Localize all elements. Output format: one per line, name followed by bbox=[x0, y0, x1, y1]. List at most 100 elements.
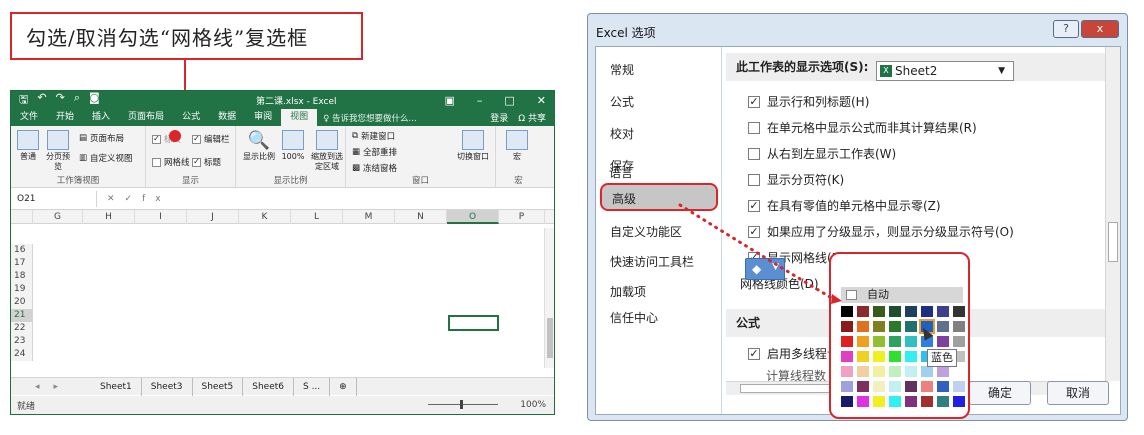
macros-button[interactable]: 宏 bbox=[504, 130, 530, 162]
color-swatch[interactable] bbox=[905, 396, 917, 407]
zoom-to-selection-button[interactable]: 缩放到选定区域 bbox=[310, 130, 344, 172]
column-header[interactable]: K bbox=[239, 210, 291, 224]
nav-item-language-label[interactable]: 语言 bbox=[609, 164, 633, 181]
color-swatch[interactable] bbox=[921, 381, 933, 392]
column-header[interactable]: P bbox=[499, 210, 545, 224]
color-swatch[interactable] bbox=[873, 381, 885, 392]
tab-file[interactable]: 文件 bbox=[11, 109, 47, 126]
color-swatch[interactable] bbox=[873, 366, 885, 377]
arrange-all-button[interactable]: ▦ 全部重排 bbox=[352, 146, 397, 158]
page-break-preview-button[interactable]: 分页预览 bbox=[45, 130, 71, 172]
color-swatch[interactable] bbox=[937, 396, 949, 407]
color-swatch[interactable] bbox=[921, 366, 933, 377]
help-button[interactable]: ? bbox=[1053, 20, 1079, 38]
color-swatch[interactable] bbox=[937, 306, 949, 317]
ribbon-display-icon[interactable]: ▣ bbox=[444, 94, 454, 107]
tab-page-layout[interactable]: 页面布局 bbox=[119, 109, 173, 126]
color-swatch[interactable] bbox=[857, 381, 869, 392]
color-swatch[interactable] bbox=[905, 306, 917, 317]
custom-view-button[interactable]: ▥ 自定义视图 bbox=[79, 152, 133, 164]
tab-formulas[interactable]: 公式 bbox=[173, 109, 209, 126]
color-swatch[interactable] bbox=[921, 306, 933, 317]
color-swatch[interactable] bbox=[953, 366, 965, 377]
row-header[interactable]: 22 bbox=[11, 322, 33, 335]
nav-item-proofing[interactable]: 校对 bbox=[610, 125, 634, 142]
switch-window-button[interactable]: 切换窗口 bbox=[454, 130, 492, 162]
tab-data[interactable]: 数据 bbox=[209, 109, 245, 126]
option-page-breaks[interactable]: 显示分页符(K) bbox=[748, 171, 844, 188]
vertical-scrollbar[interactable] bbox=[544, 228, 554, 368]
color-swatch[interactable] bbox=[905, 336, 917, 347]
color-swatch[interactable] bbox=[873, 396, 885, 407]
color-swatch[interactable] bbox=[841, 321, 853, 332]
sheet-tab[interactable]: Sheet1 bbox=[91, 377, 142, 396]
nav-item-formulas[interactable]: 公式 bbox=[610, 93, 634, 110]
nav-item-general[interactable]: 常规 bbox=[610, 61, 634, 78]
color-swatch[interactable] bbox=[857, 321, 869, 332]
color-swatch[interactable] bbox=[937, 321, 949, 332]
tab-review[interactable]: 审阅 bbox=[245, 109, 281, 126]
nav-item-trust-center[interactable]: 信任中心 bbox=[610, 309, 658, 326]
color-swatch[interactable] bbox=[841, 306, 853, 317]
color-swatch[interactable] bbox=[841, 396, 853, 407]
new-window-button[interactable]: ⧉ 新建窗口 bbox=[352, 130, 395, 142]
sheet-tab[interactable]: Sheet3 bbox=[142, 377, 193, 396]
maximize-icon[interactable]: □ bbox=[504, 94, 514, 107]
row-header[interactable]: 16 bbox=[11, 244, 33, 257]
color-swatch[interactable] bbox=[889, 321, 901, 332]
color-swatch[interactable] bbox=[889, 366, 901, 377]
column-header[interactable]: L bbox=[291, 210, 343, 224]
color-swatch[interactable] bbox=[937, 336, 949, 347]
zoom-slider[interactable] bbox=[428, 400, 498, 409]
gridlines-checkbox[interactable]: 网格线 bbox=[152, 156, 190, 168]
nav-item-quick-access-toolbar[interactable]: 快速访问工具栏 bbox=[610, 253, 694, 270]
column-header[interactable]: H bbox=[83, 210, 135, 224]
color-swatch[interactable] bbox=[841, 366, 853, 377]
color-swatch[interactable] bbox=[857, 351, 869, 362]
color-swatch[interactable] bbox=[873, 351, 885, 362]
color-swatch[interactable] bbox=[889, 381, 901, 392]
zoom-100-button[interactable]: 100% bbox=[280, 130, 306, 162]
color-swatch[interactable] bbox=[841, 381, 853, 392]
color-swatch[interactable] bbox=[873, 306, 885, 317]
color-swatch[interactable] bbox=[889, 306, 901, 317]
save-icon[interactable]: 🖫 bbox=[19, 91, 28, 110]
zoom-level[interactable]: 100% bbox=[520, 400, 546, 410]
camera-icon[interactable]: ◙ bbox=[89, 91, 100, 110]
active-cell[interactable] bbox=[448, 315, 499, 331]
color-swatch[interactable] bbox=[921, 396, 933, 407]
color-swatch[interactable] bbox=[905, 351, 917, 362]
sheet-tab-more[interactable]: S ... bbox=[294, 377, 331, 396]
color-swatch[interactable] bbox=[873, 336, 885, 347]
print-preview-icon[interactable]: ⌕ bbox=[74, 91, 80, 110]
row-header[interactable]: 23 bbox=[11, 335, 33, 348]
minimize-icon[interactable]: – bbox=[477, 94, 483, 107]
color-swatch[interactable] bbox=[889, 396, 901, 407]
row-header[interactable]: 18 bbox=[11, 270, 33, 283]
formula-bar-checkbox[interactable]: ✓ 编辑栏 bbox=[192, 133, 230, 145]
close-icon[interactable]: ✕ bbox=[537, 94, 546, 107]
color-swatch[interactable] bbox=[841, 351, 853, 362]
color-swatch[interactable] bbox=[953, 321, 965, 332]
page-layout-button[interactable]: ▤ 页面布局 bbox=[79, 132, 124, 144]
nav-item-advanced[interactable]: 高级 bbox=[600, 183, 718, 211]
color-swatch[interactable] bbox=[873, 321, 885, 332]
color-swatch[interactable] bbox=[953, 306, 965, 317]
color-swatch[interactable] bbox=[857, 366, 869, 377]
normal-view-button[interactable]: 普通 bbox=[15, 130, 41, 162]
nav-item-add-ins[interactable]: 加载项 bbox=[610, 283, 646, 300]
color-swatch[interactable] bbox=[889, 336, 901, 347]
add-sheet-button[interactable]: ⊕ bbox=[330, 377, 357, 396]
color-swatch[interactable] bbox=[857, 396, 869, 407]
color-swatch[interactable] bbox=[889, 351, 901, 362]
redo-icon[interactable]: ↷ bbox=[56, 91, 65, 110]
option-multithread[interactable]: ✓ 启用多线程计 bbox=[748, 345, 839, 362]
automatic-color-option[interactable]: 自动 bbox=[841, 287, 963, 303]
sheet-tab[interactable]: Sheet6 bbox=[243, 377, 294, 396]
row-header[interactable]: 24 bbox=[11, 348, 33, 361]
color-swatch[interactable] bbox=[841, 336, 853, 347]
column-header[interactable]: M bbox=[343, 210, 395, 224]
column-header[interactable]: I bbox=[135, 210, 187, 224]
tab-view[interactable]: 视图 bbox=[281, 109, 318, 126]
color-swatch[interactable] bbox=[953, 396, 965, 407]
